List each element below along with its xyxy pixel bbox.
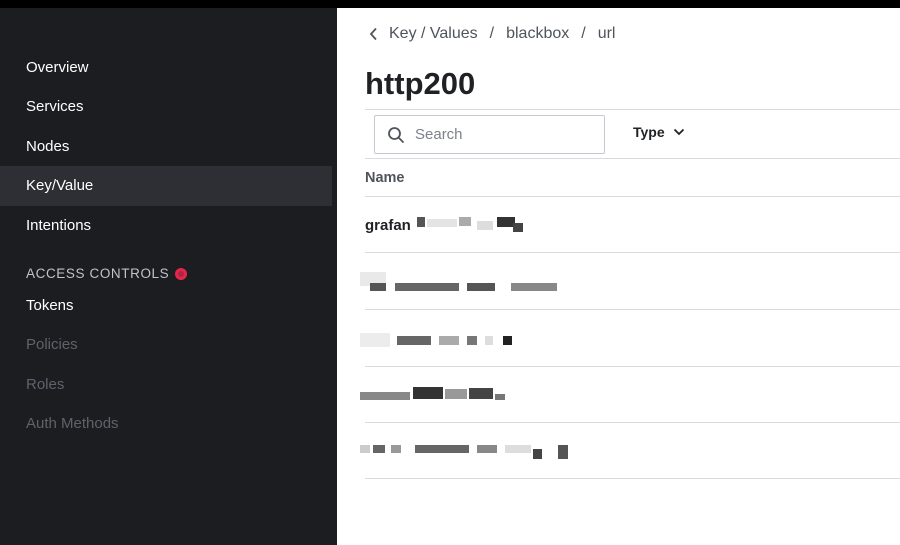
breadcrumb-key-values[interactable]: Key / Values xyxy=(389,25,478,43)
type-filter-dropdown[interactable]: Type xyxy=(633,124,685,140)
redacted-text xyxy=(477,445,497,453)
redacted-text xyxy=(370,283,386,291)
redacted-text xyxy=(360,445,370,453)
sidebar-item-services[interactable]: Services xyxy=(0,87,332,127)
redacted-text xyxy=(503,336,512,345)
page-title: http200 xyxy=(365,66,476,101)
redacted-text xyxy=(558,445,568,459)
column-header-name[interactable]: Name xyxy=(365,170,405,186)
breadcrumb: Key / Values / blackbox / url xyxy=(369,24,615,44)
chevron-left-icon[interactable] xyxy=(369,27,379,41)
redacted-text xyxy=(391,445,401,453)
sidebar-item-overview[interactable]: Overview xyxy=(0,48,332,88)
chevron-down-icon xyxy=(673,128,684,136)
redacted-text xyxy=(439,336,459,345)
access-controls-heading: ACCESS CONTROLS xyxy=(26,266,188,281)
redacted-text xyxy=(360,392,410,400)
redacted-text xyxy=(459,217,471,226)
main-content: Key / Values / blackbox / url http200 Ty… xyxy=(337,8,900,545)
redacted-text xyxy=(467,336,477,345)
breadcrumb-url[interactable]: url xyxy=(598,25,616,43)
redacted-text xyxy=(373,445,385,453)
type-filter-label: Type xyxy=(633,124,665,140)
list-item[interactable] xyxy=(360,423,900,479)
search-field[interactable] xyxy=(374,115,605,154)
sidebar-item-key-value[interactable]: Key/Value xyxy=(0,166,332,206)
redacted-text xyxy=(395,283,459,291)
redacted-text xyxy=(467,283,495,291)
sidebar: Overview Services Nodes Key/Value Intent… xyxy=(0,8,337,545)
access-controls-label: ACCESS CONTROLS xyxy=(26,266,170,281)
list-item[interactable] xyxy=(360,311,900,367)
redacted-text xyxy=(427,219,457,227)
redacted-text xyxy=(513,223,523,232)
divider xyxy=(365,109,900,110)
alert-dot-icon xyxy=(175,267,188,280)
redacted-text xyxy=(495,394,505,400)
sidebar-item-nodes[interactable]: Nodes xyxy=(0,127,332,167)
list-item[interactable] xyxy=(360,254,900,310)
list-item[interactable] xyxy=(360,367,900,423)
redacted-text xyxy=(485,336,493,345)
redacted-text xyxy=(413,387,443,399)
sidebar-item-policies: Policies xyxy=(26,336,78,353)
list-item[interactable]: grafan xyxy=(365,197,900,253)
sidebar-item-intentions[interactable]: Intentions xyxy=(0,206,332,246)
breadcrumb-separator: / xyxy=(489,25,495,42)
row-name: grafan xyxy=(365,217,411,234)
redacted-text xyxy=(469,388,493,399)
search-icon xyxy=(388,126,404,143)
redacted-text xyxy=(360,333,390,347)
redacted-text xyxy=(511,283,557,291)
divider xyxy=(365,158,900,159)
redacted-text xyxy=(477,221,493,230)
search-input[interactable] xyxy=(415,126,595,143)
redacted-text xyxy=(415,445,469,453)
sidebar-item-auth-methods: Auth Methods xyxy=(26,415,119,432)
redacted-text xyxy=(505,445,531,453)
redacted-text xyxy=(417,217,425,227)
breadcrumb-blackbox[interactable]: blackbox xyxy=(506,25,569,43)
breadcrumb-separator: / xyxy=(581,25,586,42)
sidebar-item-roles: Roles xyxy=(26,376,65,393)
redacted-text xyxy=(533,449,542,459)
top-bar xyxy=(0,0,900,8)
redacted-text xyxy=(445,389,467,399)
redacted-text xyxy=(397,336,431,345)
sidebar-item-tokens[interactable]: Tokens xyxy=(0,286,332,326)
